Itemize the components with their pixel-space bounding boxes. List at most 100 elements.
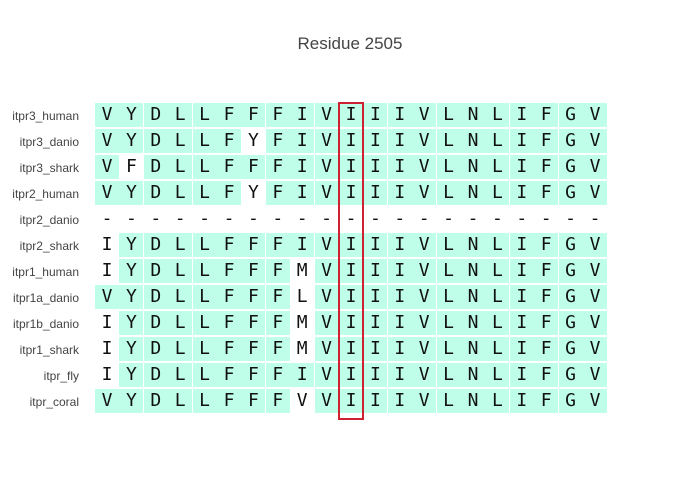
residue-cell: I	[290, 181, 315, 205]
residue-cell: V	[412, 181, 437, 205]
residue-cell: I	[290, 103, 315, 127]
residue-cell: F	[265, 363, 290, 387]
residue-cell: F	[217, 155, 241, 179]
residue-cell: L	[436, 155, 461, 179]
residue-cell: N	[461, 259, 485, 283]
residue-cell: L	[436, 129, 461, 153]
residue-cell: I	[387, 103, 412, 127]
residue-cell: L	[485, 259, 510, 283]
residue-cell: I	[509, 259, 534, 283]
residue-cell: G	[558, 233, 583, 257]
residue-cell: L	[485, 181, 510, 205]
residue-cell: L	[485, 285, 510, 309]
residue-cell: V	[95, 285, 119, 309]
residue-cell: V	[412, 311, 437, 335]
residue-cell: F	[241, 259, 266, 283]
residue-cell: F	[534, 155, 559, 179]
residue-cell: L	[436, 233, 461, 257]
residue-cell: -	[461, 207, 485, 231]
residue-cell: V	[583, 311, 607, 335]
residue-cell: L	[436, 259, 461, 283]
figure-title: Residue 2505	[297, 34, 403, 53]
residue-cell: -	[387, 207, 412, 231]
residue-cell: F	[217, 129, 241, 153]
residue-cell: -	[241, 207, 266, 231]
residue-cell: -	[265, 207, 290, 231]
residue-cell: F	[534, 259, 559, 283]
residue-cell: N	[461, 285, 485, 309]
residue-cell: F	[265, 337, 290, 361]
residue-cell: Y	[119, 259, 144, 283]
residue-cell: I	[509, 181, 534, 205]
row-label: itpr2_human	[12, 187, 79, 201]
row-label: itpr1a_danio	[12, 291, 79, 305]
residue-cell: V	[583, 389, 607, 413]
residue-cell: L	[168, 285, 193, 309]
residue-cell: V	[314, 155, 339, 179]
residue-cell: V	[583, 363, 607, 387]
alignment-figure: Residue 2505 itpr3_human V Y D L L F F F I V I I I V L N…	[0, 0, 700, 500]
residue-cell: I	[95, 311, 119, 335]
residue-cell: V	[412, 103, 437, 127]
residue-cell: I	[363, 181, 388, 205]
row-label: itpr1b_danio	[12, 317, 79, 331]
residue-cell: I	[95, 363, 119, 387]
residue-cell: I	[387, 181, 412, 205]
residue-cell: F	[241, 337, 266, 361]
residue-cell: I	[95, 337, 119, 361]
residue-cell: L	[168, 311, 193, 335]
residue-cell: V	[583, 129, 607, 153]
residue-cell: L	[436, 337, 461, 361]
residue-cell: V	[95, 129, 119, 153]
residue-cell: F	[217, 311, 241, 335]
residue-cell: V	[412, 389, 437, 413]
residue-cell: I	[387, 155, 412, 179]
residue-cell: -	[583, 207, 607, 231]
residue-cell: L	[436, 389, 461, 413]
residue-cell: L	[436, 285, 461, 309]
residue-cell: I	[95, 259, 119, 283]
residue-cell: V	[95, 389, 119, 413]
residue-cell: Y	[241, 129, 266, 153]
residue-cell: V	[95, 103, 119, 127]
residue-cell: Y	[119, 285, 144, 309]
residue-cell: V	[314, 311, 339, 335]
residue-cell: V	[314, 337, 339, 361]
residue-cell: L	[168, 337, 193, 361]
residue-cell: L	[192, 181, 217, 205]
residue-cell: V	[314, 389, 339, 413]
residue-cell: I	[363, 389, 388, 413]
residue-cell: N	[461, 311, 485, 335]
residue-cell: F	[217, 285, 241, 309]
residue-cell: V	[314, 233, 339, 257]
residue-cell: V	[290, 389, 315, 413]
residue-cell: L	[192, 233, 217, 257]
residue-cell: -	[290, 207, 315, 231]
residue-cell: V	[412, 337, 437, 361]
residue-cell: L	[168, 103, 193, 127]
residue-cell: L	[168, 129, 193, 153]
residue-cell: V	[314, 363, 339, 387]
residue-cell: V	[412, 129, 437, 153]
residue-cell: Y	[119, 129, 144, 153]
residue-cell: Y	[119, 103, 144, 127]
residue-cell: L	[192, 103, 217, 127]
residue-cell: -	[558, 207, 583, 231]
residue-cell: G	[558, 363, 583, 387]
residue-cell: F	[265, 233, 290, 257]
residue-cell: N	[461, 389, 485, 413]
residue-cell: F	[265, 103, 290, 127]
residue-cell: F	[265, 129, 290, 153]
residue-cell: L	[168, 233, 193, 257]
residue-cell: G	[558, 103, 583, 127]
residue-cell: N	[461, 337, 485, 361]
residue-cell: L	[436, 103, 461, 127]
residue-cell: F	[241, 311, 266, 335]
highlighted-column-box	[338, 102, 364, 420]
residue-cell: I	[509, 233, 534, 257]
residue-cell: D	[143, 233, 168, 257]
residue-cell: I	[387, 363, 412, 387]
residue-cell: F	[265, 311, 290, 335]
residue-cell: F	[534, 129, 559, 153]
residue-cell: -	[143, 207, 168, 231]
